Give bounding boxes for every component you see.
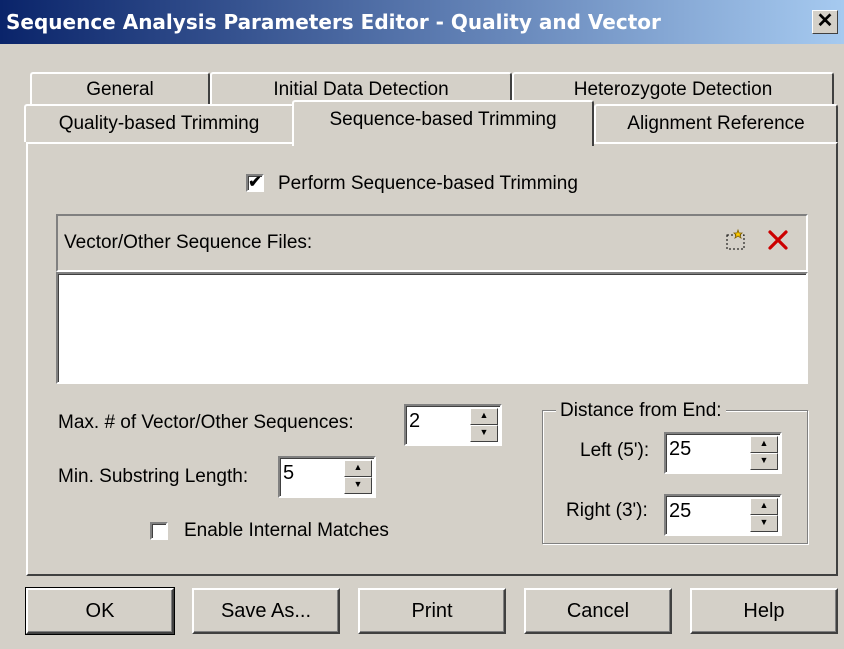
close-button[interactable]: ✕ [812,10,838,34]
tab-label: Sequence-based Trimming [329,109,557,130]
tab-label: General [86,79,154,100]
add-file-button[interactable] [724,228,748,252]
window-title: Sequence Analysis Parameters Editor - Qu… [6,10,661,34]
max-vector-up-button[interactable]: ▲ [470,408,498,425]
perform-trimming-label: Perform Sequence-based Trimming [278,173,578,194]
arrow-down-icon: ▼ [759,455,769,465]
arrow-up-icon: ▲ [353,462,363,472]
tab-sequence-based-trimming[interactable]: Sequence-based Trimming [292,100,594,146]
tab-quality-based-trimming[interactable]: Quality-based Trimming [24,104,294,142]
tab-alignment-reference[interactable]: Alignment Reference [594,104,838,142]
max-vector-label: Max. # of Vector/Other Sequences: [58,412,354,433]
min-substring-label: Min. Substring Length: [58,466,249,487]
distance-group-title: Distance from End: [556,400,726,422]
save-as-button[interactable]: Save As... [192,588,340,634]
left-distance-up-button[interactable]: ▲ [750,436,778,453]
ok-button[interactable]: OK [25,587,175,635]
tab-label: Heterozygote Detection [573,79,773,100]
min-substring-value[interactable]: 5 [283,462,294,485]
checkmark-icon: ✔ [248,174,262,191]
tab-general[interactable]: General [30,72,210,104]
right-distance-spinner[interactable]: 25 ▲ ▼ [664,494,782,536]
min-substring-spinner[interactable]: 5 ▲ ▼ [278,456,376,498]
cancel-button[interactable]: Cancel [524,588,672,634]
max-vector-down-button[interactable]: ▼ [470,425,498,442]
delete-file-button[interactable] [766,228,790,252]
close-icon: ✕ [816,10,834,32]
arrow-down-icon: ▼ [353,479,363,489]
vector-files-label: Vector/Other Sequence Files: [64,232,313,253]
help-button[interactable]: Help [690,588,838,634]
min-substring-down-button[interactable]: ▼ [344,477,372,494]
print-button[interactable]: Print [358,588,506,634]
tab-label: Quality-based Trimming [58,113,260,134]
right-distance-down-button[interactable]: ▼ [750,515,778,532]
delete-x-icon [768,230,788,250]
max-vector-value[interactable]: 2 [409,410,420,433]
arrow-up-icon: ▲ [759,500,769,510]
arrow-down-icon: ▼ [759,517,769,527]
perform-trimming-checkbox[interactable]: ✔ [246,174,264,192]
right-distance-up-button[interactable]: ▲ [750,498,778,515]
tab-label: Alignment Reference [627,113,805,134]
left-distance-down-button[interactable]: ▼ [750,453,778,470]
right-distance-value[interactable]: 25 [669,500,691,523]
arrow-up-icon: ▲ [479,410,489,420]
right-3-label: Right (3'): [566,500,648,521]
new-file-icon [726,228,745,250]
min-substring-up-button[interactable]: ▲ [344,460,372,477]
left-distance-value[interactable]: 25 [669,438,691,461]
left-5-label: Left (5'): [580,440,650,461]
left-distance-spinner[interactable]: 25 ▲ ▼ [664,432,782,474]
arrow-down-icon: ▼ [479,427,489,437]
arrow-up-icon: ▲ [759,438,769,448]
vector-files-list[interactable] [56,272,808,384]
internal-matches-label: Enable Internal Matches [184,520,389,541]
max-vector-spinner[interactable]: 2 ▲ ▼ [404,404,502,446]
internal-matches-checkbox[interactable] [150,522,168,540]
